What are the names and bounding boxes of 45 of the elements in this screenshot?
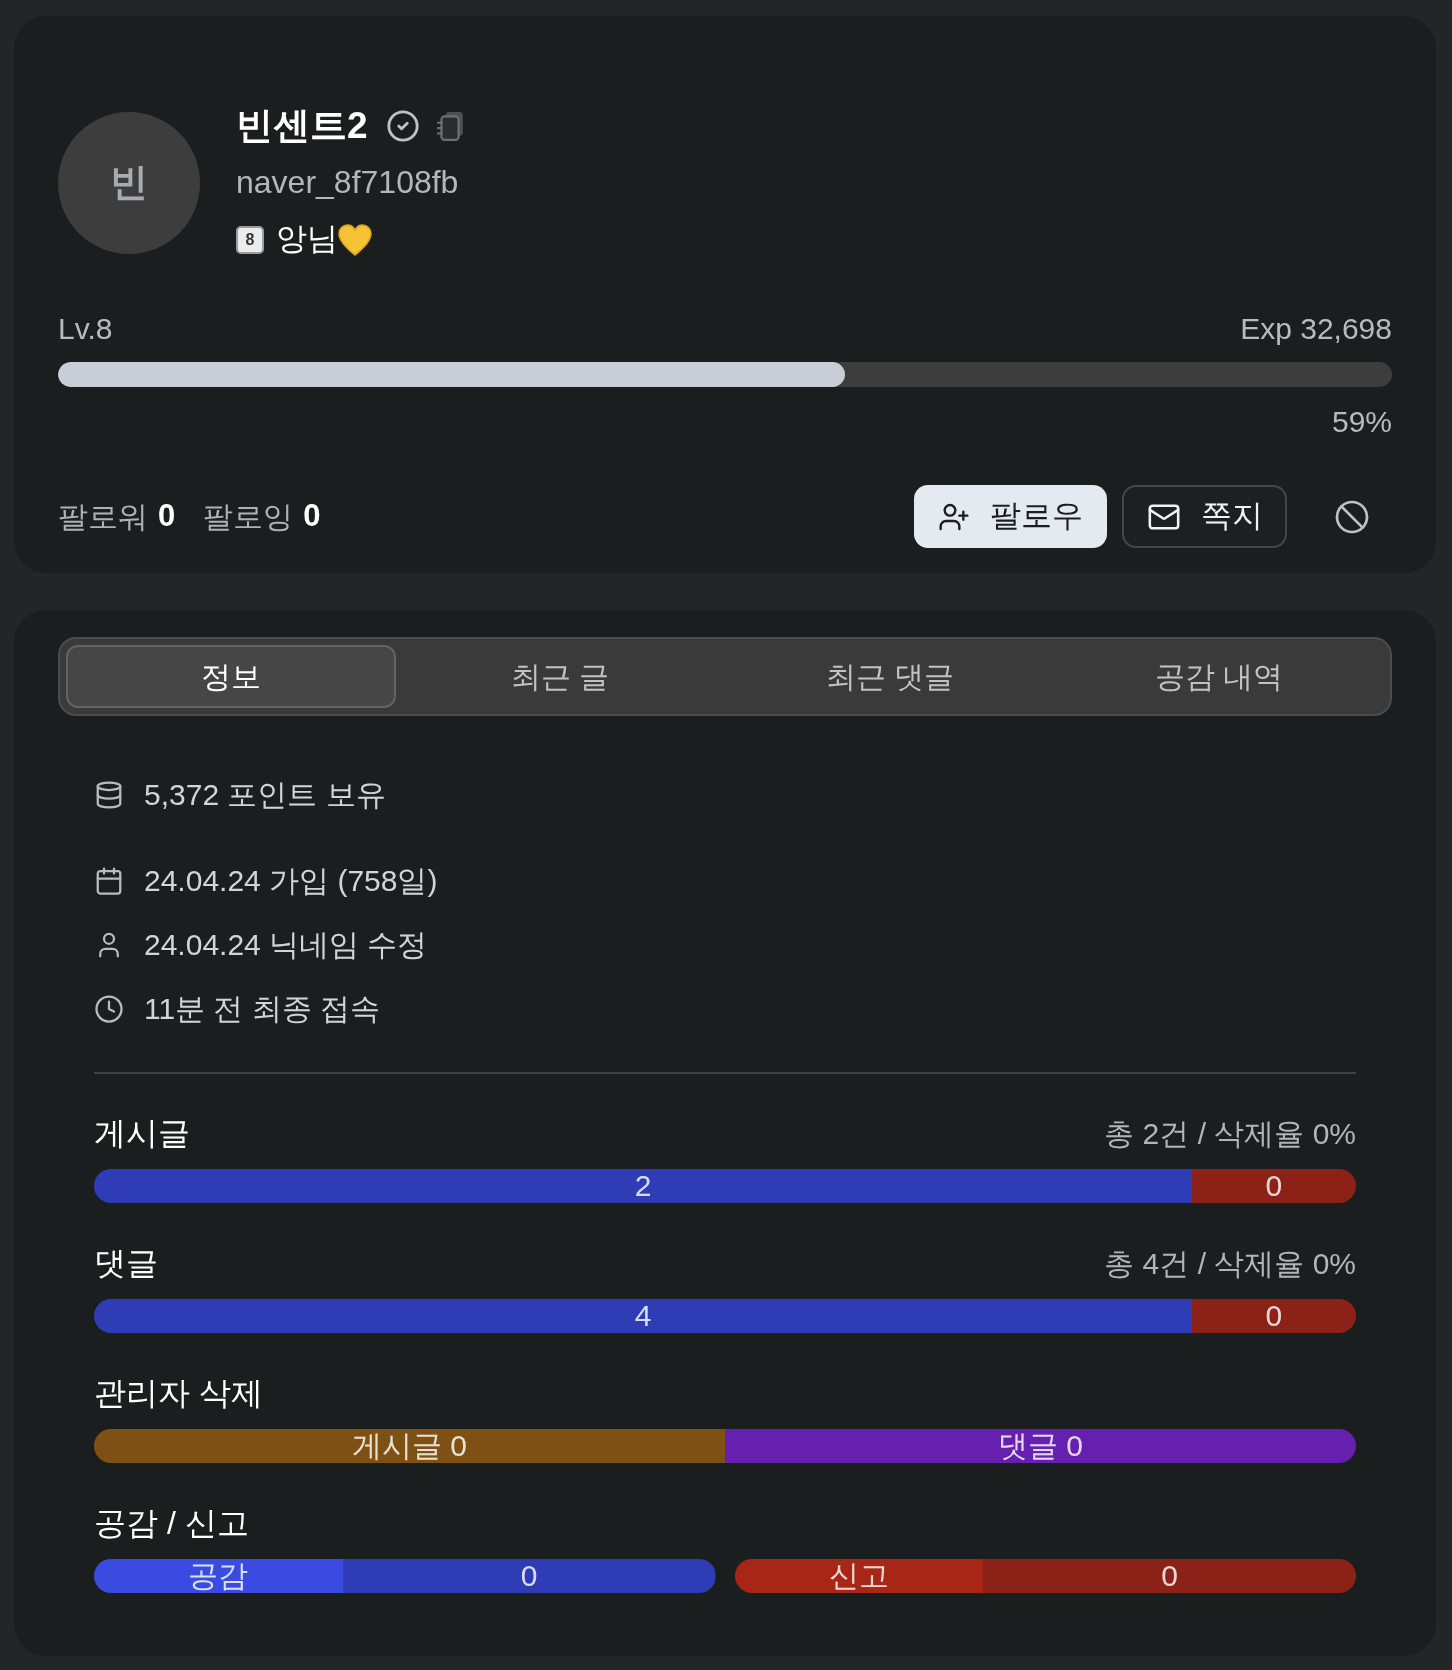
bar-segment: 신고 — [734, 1559, 984, 1593]
calendar-icon — [94, 866, 124, 896]
level-label: Lv.8 — [58, 310, 113, 347]
bar-segment: 게시글 0 — [94, 1429, 725, 1463]
block-icon — [1334, 498, 1370, 535]
stat-title: 관리자 삭제 — [94, 1374, 263, 1413]
tab[interactable]: 최근 글 — [395, 645, 725, 708]
notebook-icon — [435, 110, 464, 141]
bar-segment: 0 — [1191, 1169, 1356, 1203]
heart-icon — [338, 223, 372, 256]
exp-value: Exp 32,698 — [1240, 310, 1392, 347]
stat-summary: 총 4건 / 삭제율 0% — [1104, 1245, 1356, 1282]
bar-segment: 4 — [94, 1299, 1192, 1333]
clock-icon — [94, 994, 124, 1024]
verified-check-icon — [385, 108, 420, 143]
stat-title: 댓글 — [94, 1244, 158, 1283]
avatar: 빈 — [58, 111, 200, 254]
info-text: 11분 전 최종 접속 — [144, 991, 381, 1027]
bar-segment: 0 — [1191, 1299, 1356, 1333]
followers-count: 0 — [158, 497, 176, 536]
tab[interactable]: 최근 댓글 — [725, 645, 1055, 708]
nickname: 앙님 — [276, 220, 338, 259]
info-text: 5,372 포인트 보유 — [144, 777, 386, 813]
stat-summary: 총 2건 / 삭제율 0% — [1104, 1115, 1356, 1152]
exp-percent: 59% — [1331, 403, 1392, 440]
bar-segment: 2 — [94, 1169, 1192, 1203]
info-text: 24.04.24 닉네임 수정 — [144, 927, 428, 963]
bar-segment: 0 — [983, 1559, 1356, 1593]
tab[interactable]: 정보 — [66, 645, 396, 708]
bar-segment: 공감 — [94, 1559, 343, 1593]
followers-label: 팔로워 — [58, 499, 148, 535]
user-name: 빈센트2 — [236, 103, 368, 148]
stat-title: 게시글 — [94, 1114, 190, 1153]
follow-button[interactable]: 팔로우 — [914, 485, 1107, 548]
message-button[interactable]: 쪽지 — [1122, 485, 1287, 548]
following-label: 팔로잉 — [203, 499, 294, 535]
level-badge: 8 — [236, 225, 264, 254]
info-text: 24.04.24 가입 (758일) — [144, 863, 438, 899]
following-count: 0 — [303, 497, 321, 536]
database-icon — [94, 780, 124, 810]
tab[interactable]: 공감 내역 — [1054, 645, 1384, 708]
bar-segment: 0 — [342, 1559, 716, 1593]
username: naver_8f7108fb — [236, 163, 460, 202]
bar-segment: 댓글 0 — [725, 1429, 1356, 1463]
stat-title: 공감 / 신고 — [94, 1504, 249, 1543]
